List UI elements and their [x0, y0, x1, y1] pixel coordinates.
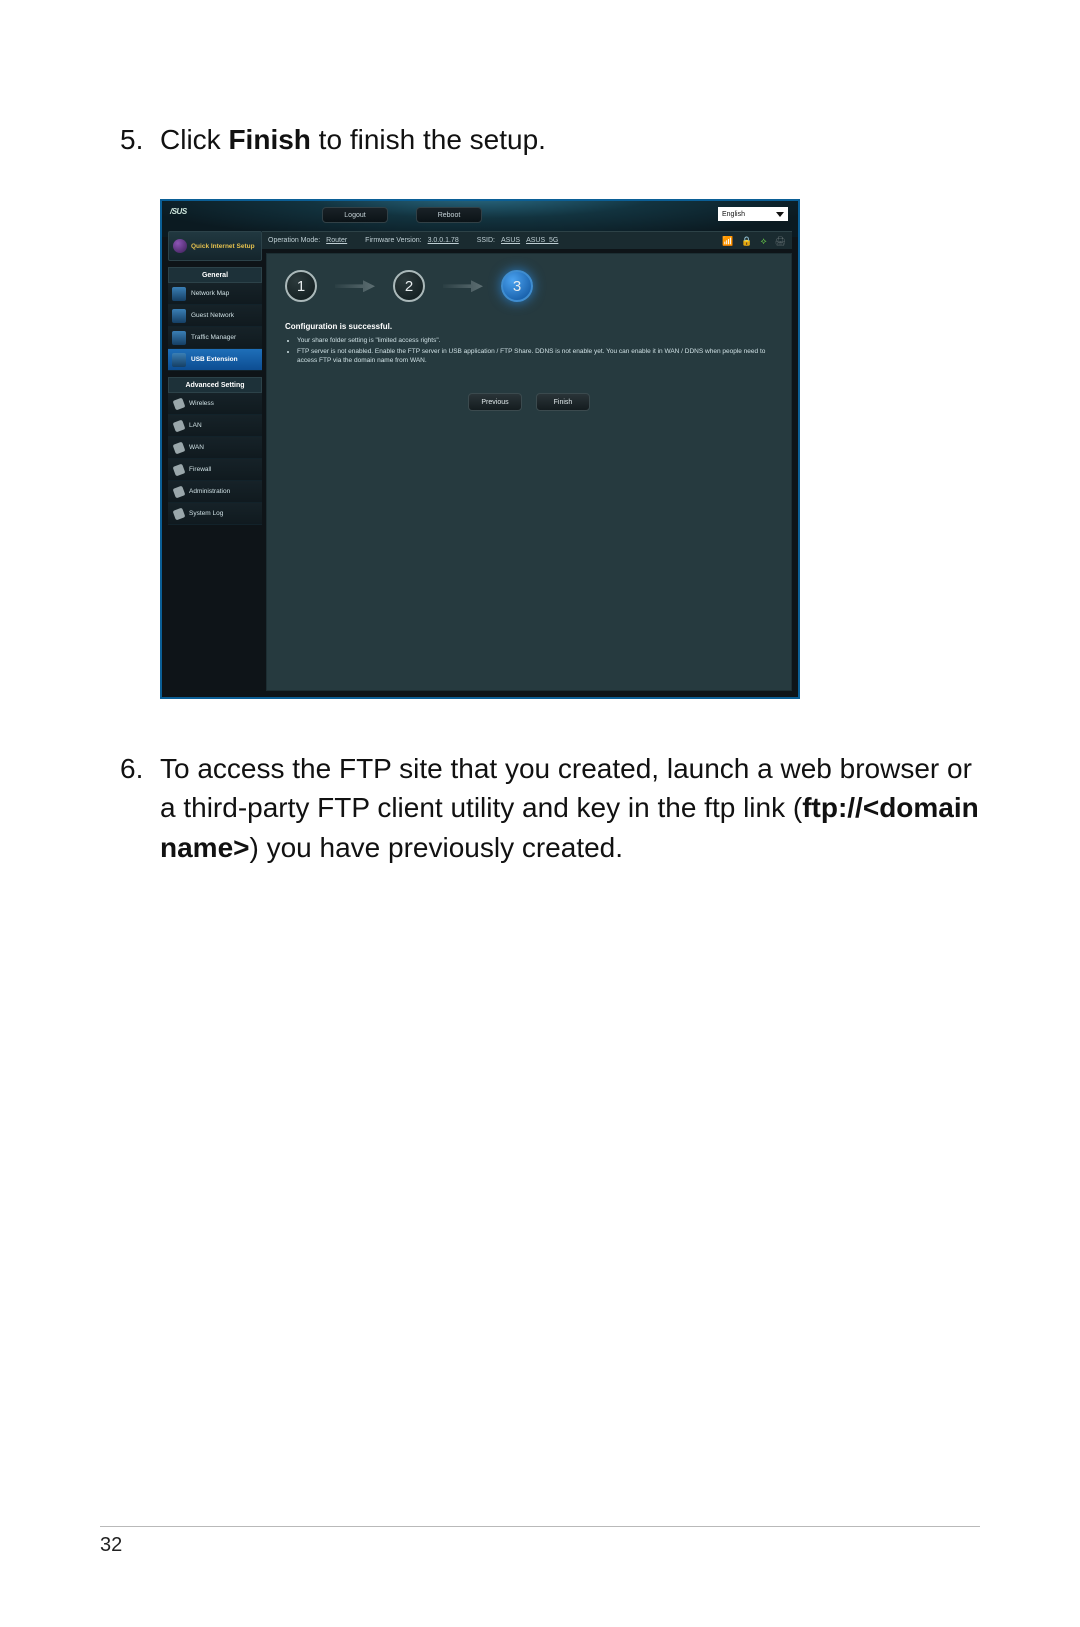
router-content: 1 2 3 Configuration is successful. Your … — [266, 253, 792, 691]
wrench-icon — [173, 441, 186, 454]
arrow-icon — [443, 280, 483, 292]
text-bold: Finish — [228, 124, 310, 155]
dropdown-icon — [776, 212, 784, 217]
sidebar-header-advanced: Advanced Setting — [168, 377, 262, 393]
menu-icon — [172, 309, 186, 323]
router-screenshot: /SUS Logout Reboot English Operation Mod… — [160, 199, 800, 699]
finish-button[interactable]: Finish — [536, 393, 590, 411]
sidebar-item-usb-extension[interactable]: USB Extension — [168, 349, 262, 371]
qis-icon — [173, 239, 187, 253]
menu-icon — [172, 287, 186, 301]
wrench-icon — [173, 463, 186, 476]
quick-internet-setup[interactable]: Quick Internet Setup — [168, 231, 262, 261]
wrench-icon — [173, 397, 186, 410]
footer-rule — [100, 1526, 980, 1527]
sidebar-item-firewall[interactable]: Firewall — [168, 459, 262, 481]
lock-icon: 🔒 — [741, 236, 752, 247]
label: USB Extension — [191, 356, 238, 363]
label: LAN — [189, 422, 202, 429]
ssid-2[interactable]: ASUS_5G — [526, 237, 558, 244]
config-notes: Your share folder setting is "limited ac… — [267, 337, 791, 365]
config-success-title: Configuration is successful. — [267, 314, 791, 337]
language-value: English — [722, 211, 745, 218]
menu-icon — [172, 353, 186, 367]
ssid-label: SSID: — [477, 237, 495, 244]
text: Click — [160, 124, 228, 155]
label: Firewall — [189, 466, 211, 473]
label: Administration — [189, 488, 230, 495]
text: to finish the setup. — [311, 124, 546, 155]
wizard-steps: 1 2 3 — [267, 254, 791, 314]
wrench-icon — [173, 507, 186, 520]
asus-logo: /SUS — [170, 207, 220, 221]
wizard-step-1[interactable]: 1 — [285, 270, 317, 302]
document-page: 5. Click Finish to finish the setup. /SU… — [0, 0, 1080, 1627]
ssid-1[interactable]: ASUS — [501, 237, 520, 244]
label: Traffic Manager — [191, 334, 236, 341]
sidebar-header-general: General — [168, 267, 262, 283]
step-number: 5. — [120, 120, 160, 159]
wrench-icon — [173, 485, 186, 498]
instruction-step-6: 6. To access the FTP site that you creat… — [120, 749, 980, 867]
sidebar-item-wireless[interactable]: Wireless — [168, 393, 262, 415]
arrow-icon — [335, 280, 375, 292]
usb-icon: ⟡ — [761, 236, 767, 247]
info-bar: Operation Mode: Router Firmware Version:… — [262, 231, 792, 249]
reboot-button[interactable]: Reboot — [416, 207, 482, 223]
op-mode-value[interactable]: Router — [326, 237, 347, 244]
sidebar-item-traffic-manager[interactable]: Traffic Manager — [168, 327, 262, 349]
signal-icon: 📶 — [722, 236, 733, 247]
language-select[interactable]: English — [718, 207, 788, 221]
sidebar-item-lan[interactable]: LAN — [168, 415, 262, 437]
wizard-step-3[interactable]: 3 — [501, 270, 533, 302]
page-number: 32 — [100, 1534, 122, 1557]
wrench-icon — [173, 419, 186, 432]
previous-button[interactable]: Previous — [468, 393, 522, 411]
label: System Log — [189, 510, 223, 517]
sidebar-item-network-map[interactable]: Network Map — [168, 283, 262, 305]
printer-icon: 🖨 — [775, 236, 786, 247]
label: Wireless — [189, 400, 214, 407]
step-text: To access the FTP site that you created,… — [160, 749, 980, 867]
label: Network Map — [191, 290, 229, 297]
logout-button[interactable]: Logout — [322, 207, 388, 223]
label: WAN — [189, 444, 204, 451]
firmware-label: Firmware Version: — [365, 237, 421, 244]
sidebar-item-guest-network[interactable]: Guest Network — [168, 305, 262, 327]
step-text: Click Finish to finish the setup. — [160, 120, 980, 159]
text: ) you have previously created. — [250, 832, 624, 863]
instruction-step-5: 5. Click Finish to finish the setup. — [120, 120, 980, 159]
sidebar-item-administration[interactable]: Administration — [168, 481, 262, 503]
note-item: FTP server is not enabled. Enable the FT… — [297, 348, 769, 366]
wizard-step-2[interactable]: 2 — [393, 270, 425, 302]
sidebar: Quick Internet Setup General Network Map… — [168, 231, 262, 691]
op-mode-label: Operation Mode: — [268, 237, 320, 244]
firmware-value[interactable]: 3.0.0.1.78 — [428, 237, 459, 244]
qis-label: Quick Internet Setup — [191, 243, 255, 250]
step-number: 6. — [120, 749, 160, 867]
sidebar-item-wan[interactable]: WAN — [168, 437, 262, 459]
label: Guest Network — [191, 312, 234, 319]
note-item: Your share folder setting is "limited ac… — [297, 337, 769, 346]
sidebar-item-system-log[interactable]: System Log — [168, 503, 262, 525]
menu-icon — [172, 331, 186, 345]
